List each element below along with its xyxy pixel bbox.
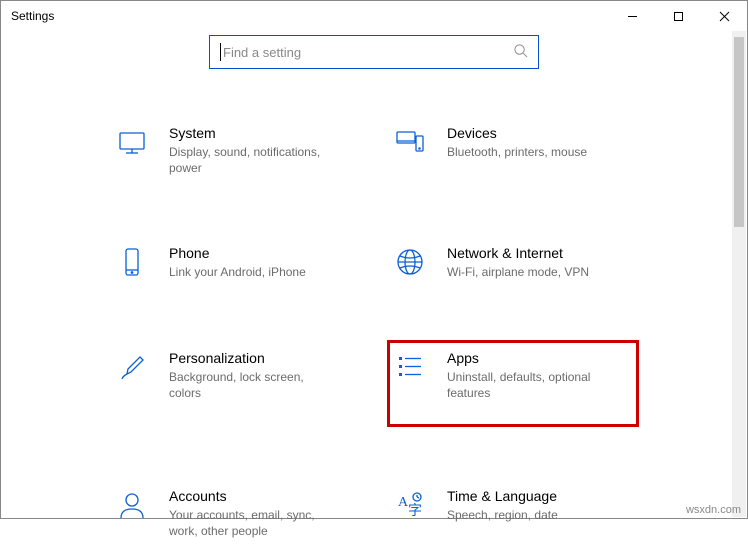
category-title: Phone [169, 245, 306, 261]
search-icon [513, 43, 528, 61]
person-icon [115, 488, 149, 522]
category-desc: Bluetooth, printers, mouse [447, 144, 587, 160]
text-caret [220, 43, 221, 61]
category-accounts[interactable]: Accounts Your accounts, email, sync, wor… [111, 480, 359, 545]
language-icon: A字 [393, 488, 427, 522]
category-personalization[interactable]: Personalization Background, lock screen,… [111, 342, 359, 425]
category-phone[interactable]: Phone Link your Android, iPhone [111, 237, 359, 286]
category-desc: Uninstall, defaults, optional features [447, 369, 617, 401]
category-title: Devices [447, 125, 587, 141]
scrollbar-thumb[interactable] [734, 37, 744, 227]
category-desc: Wi-Fi, airplane mode, VPN [447, 264, 589, 280]
svg-text:字: 字 [408, 503, 422, 519]
close-button[interactable] [701, 1, 747, 31]
list-icon [393, 350, 427, 384]
category-desc: Your accounts, email, sync, work, other … [169, 507, 339, 539]
category-title: Accounts [169, 488, 339, 504]
phone-icon [115, 245, 149, 279]
minimize-button[interactable] [609, 1, 655, 31]
category-network[interactable]: Network & Internet Wi-Fi, airplane mode,… [389, 237, 637, 286]
category-desc: Background, lock screen, colors [169, 369, 339, 401]
window-controls [609, 1, 747, 31]
category-desc: Display, sound, notifications, power [169, 144, 339, 176]
devices-icon [393, 125, 427, 159]
category-title: Personalization [169, 350, 339, 366]
category-title: Apps [447, 350, 617, 366]
brush-icon [115, 350, 149, 384]
search-container: Find a setting [1, 35, 747, 69]
maximize-button[interactable] [655, 1, 701, 31]
category-time-language[interactable]: A字 Time & Language Speech, region, date [389, 480, 637, 545]
category-title: Time & Language [447, 488, 558, 504]
category-title: System [169, 125, 339, 141]
settings-categories: System Display, sound, notifications, po… [111, 117, 637, 545]
window-title: Settings [11, 9, 54, 23]
category-title: Network & Internet [447, 245, 589, 261]
titlebar: Settings [1, 1, 747, 31]
search-placeholder: Find a setting [223, 45, 513, 60]
vertical-scrollbar[interactable] [732, 31, 746, 517]
display-icon [115, 125, 149, 159]
category-system[interactable]: System Display, sound, notifications, po… [111, 117, 359, 182]
globe-icon [393, 245, 427, 279]
category-desc: Link your Android, iPhone [169, 264, 306, 280]
category-apps[interactable]: Apps Uninstall, defaults, optional featu… [389, 342, 637, 425]
watermark: wsxdn.com [686, 504, 741, 516]
search-input[interactable]: Find a setting [209, 35, 539, 69]
category-devices[interactable]: Devices Bluetooth, printers, mouse [389, 117, 637, 182]
category-desc: Speech, region, date [447, 507, 558, 523]
